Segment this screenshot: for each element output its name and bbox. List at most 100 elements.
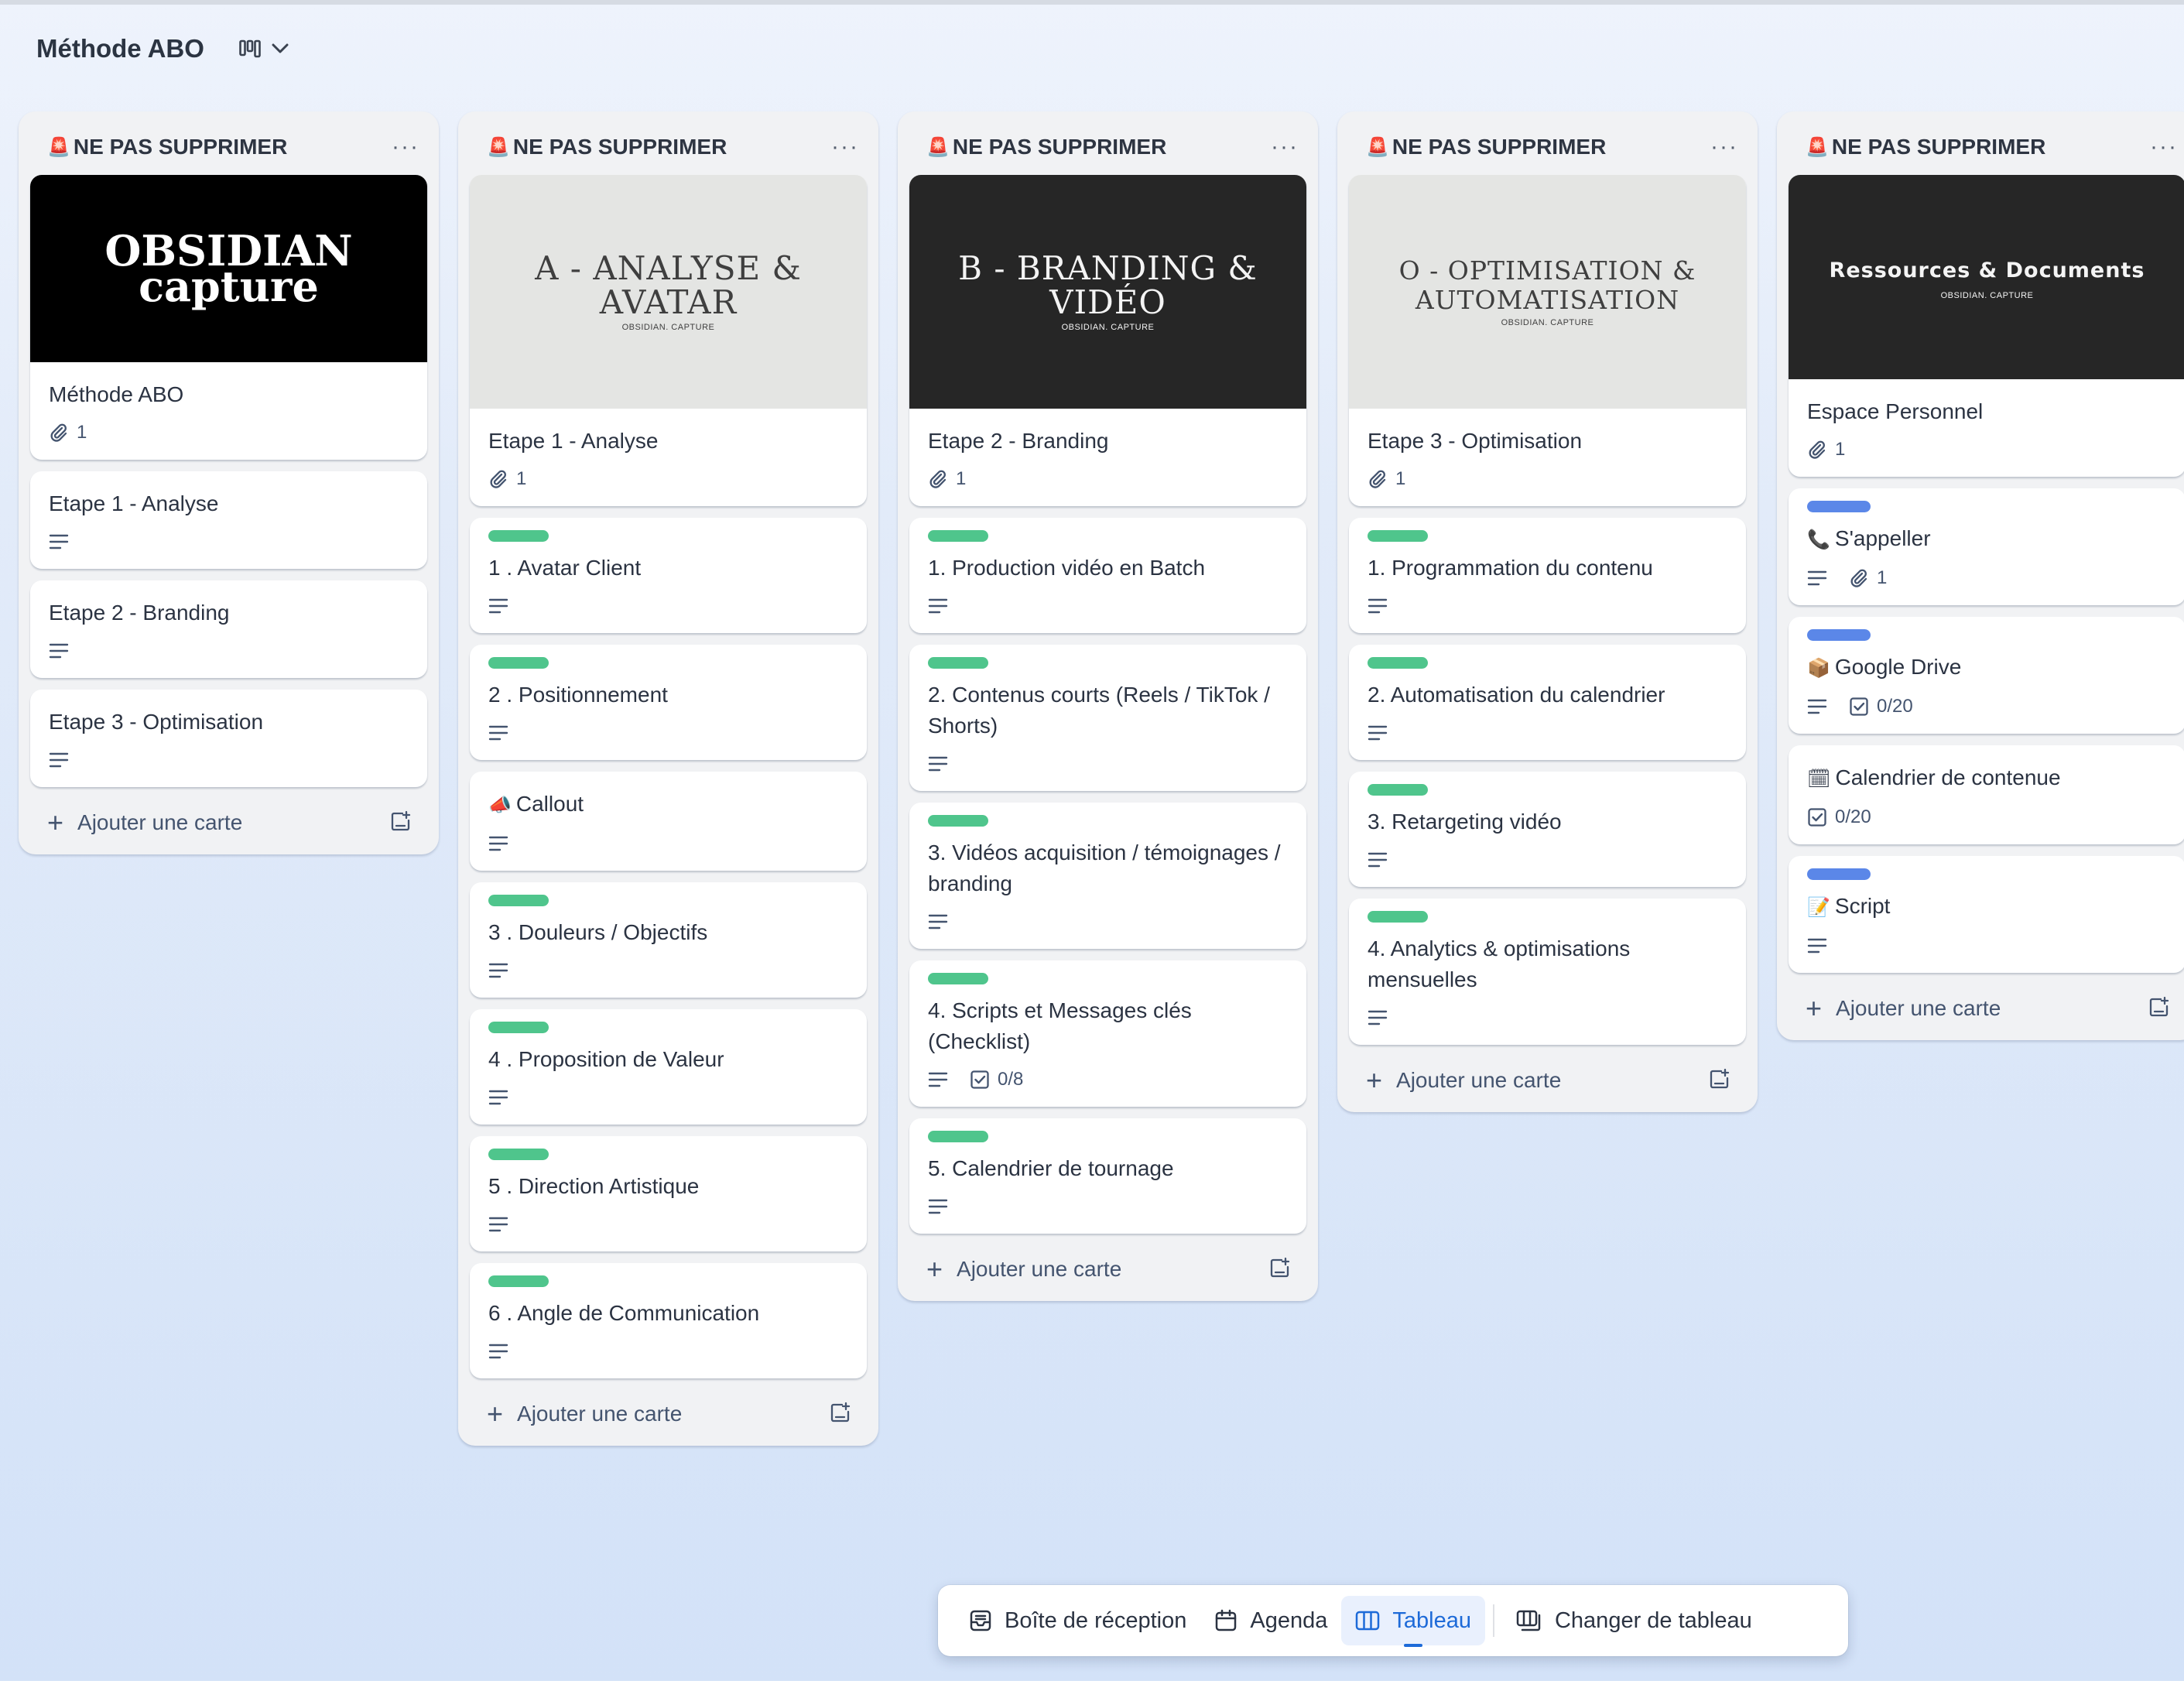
green-label[interactable] bbox=[1368, 784, 1428, 796]
blue-label[interactable] bbox=[1807, 868, 1871, 880]
create-from-template-icon[interactable] bbox=[1269, 1257, 1291, 1282]
card[interactable]: Etape 1 - Analyse bbox=[30, 471, 427, 569]
add-card-button[interactable]: + Ajouter une carte bbox=[1366, 1066, 1561, 1094]
nav-switch-board[interactable]: Changer de tableau bbox=[1502, 1596, 1766, 1645]
card-title: 2. Automatisation du calendrier bbox=[1368, 680, 1727, 710]
card-badges bbox=[488, 720, 848, 746]
paperclip-icon bbox=[929, 470, 947, 488]
green-label[interactable] bbox=[488, 895, 549, 906]
create-from-template-icon[interactable] bbox=[830, 1402, 851, 1427]
card[interactable]: 🗓 Calendrier de contenue 0/20 bbox=[1789, 745, 2184, 844]
card-badges: 0/20 bbox=[1807, 804, 2167, 830]
card-badges: 0/20 bbox=[1807, 693, 2167, 720]
create-from-template-icon[interactable] bbox=[2148, 996, 2170, 1022]
green-label[interactable] bbox=[1368, 657, 1428, 669]
more-icon[interactable]: ··· bbox=[1710, 135, 1738, 159]
card[interactable]: 4 . Proposition de Valeur bbox=[470, 1009, 867, 1125]
card-title-text: Etape 1 - Analyse bbox=[49, 491, 219, 515]
card-title-text: Etape 3 - Optimisation bbox=[1368, 429, 1583, 453]
card[interactable]: 3. Retargeting vidéo bbox=[1349, 772, 1746, 887]
add-card-button[interactable]: + Ajouter une carte bbox=[1806, 992, 2001, 1024]
description-icon bbox=[49, 533, 69, 550]
card[interactable]: 3 . Douleurs / Objectifs bbox=[470, 882, 867, 998]
card[interactable]: 📝 Script bbox=[1789, 856, 2184, 973]
card-badges bbox=[488, 957, 848, 984]
green-label[interactable] bbox=[928, 973, 988, 984]
card-badges bbox=[488, 1084, 848, 1111]
card-title: 4 . Proposition de Valeur bbox=[488, 1044, 848, 1075]
create-from-template-icon[interactable] bbox=[390, 810, 412, 836]
list-title[interactable]: 🚨 NE PAS SUPPRIMER bbox=[47, 135, 287, 159]
green-label[interactable] bbox=[488, 1275, 549, 1287]
attachment-count: 1 bbox=[1395, 468, 1406, 489]
list-title[interactable]: 🚨 NE PAS SUPPRIMER bbox=[487, 135, 727, 159]
add-card-label: Ajouter une carte bbox=[517, 1402, 683, 1426]
list-title[interactable]: 🚨 NE PAS SUPPRIMER bbox=[1806, 135, 2045, 159]
card[interactable]: OBSIDIAN capture Méthode ABO 1 bbox=[30, 175, 427, 460]
more-icon[interactable]: ··· bbox=[831, 135, 859, 159]
card[interactable]: B - BRANDING & VIDÉO OBSIDIAN. CAPTURE Eta… bbox=[909, 175, 1306, 506]
description-icon bbox=[1368, 1009, 1388, 1026]
card[interactable]: Etape 3 - Optimisation bbox=[30, 690, 427, 787]
card[interactable]: 5 . Direction Artistique bbox=[470, 1136, 867, 1251]
card-badges: 0/8 bbox=[928, 1066, 1288, 1093]
card-badges bbox=[49, 529, 409, 555]
plus-icon: + bbox=[1806, 992, 1823, 1024]
more-icon[interactable]: ··· bbox=[1271, 135, 1299, 159]
card[interactable]: Etape 2 - Branding bbox=[30, 580, 427, 678]
green-label[interactable] bbox=[488, 530, 549, 542]
card[interactable]: 📦 Google Drive 0/20 bbox=[1789, 617, 2184, 734]
green-label[interactable] bbox=[928, 815, 988, 827]
green-label[interactable] bbox=[488, 1022, 549, 1033]
card-title: Espace Personnel bbox=[1807, 396, 2167, 427]
card[interactable]: 2. Contenus courts (Reels / TikTok / Sho… bbox=[909, 645, 1306, 791]
card[interactable]: 4. Analytics & optimisations mensuelles bbox=[1349, 899, 1746, 1045]
card[interactable]: 2. Automatisation du calendrier bbox=[1349, 645, 1746, 760]
card[interactable]: 1 . Avatar Client bbox=[470, 518, 867, 633]
card[interactable]: 2 . Positionnement bbox=[470, 645, 867, 760]
add-card-button[interactable]: + Ajouter une carte bbox=[487, 1400, 683, 1428]
create-from-template-icon[interactable] bbox=[1709, 1068, 1730, 1094]
card[interactable]: 6 . Angle de Communication bbox=[470, 1263, 867, 1378]
green-label[interactable] bbox=[928, 1131, 988, 1142]
green-label[interactable] bbox=[928, 530, 988, 542]
green-label[interactable] bbox=[928, 657, 988, 669]
nav-calendar[interactable]: Agenda bbox=[1200, 1596, 1341, 1645]
card[interactable]: 1. Production vidéo en Batch bbox=[909, 518, 1306, 633]
card-badges: 1 bbox=[1368, 466, 1727, 492]
green-label[interactable] bbox=[488, 657, 549, 669]
list-title-text: NE PAS SUPPRIMER bbox=[512, 135, 727, 159]
card[interactable]: 4. Scripts et Messages clés (Checklist) 0… bbox=[909, 960, 1306, 1107]
blue-label[interactable] bbox=[1807, 501, 1871, 512]
card[interactable]: 📞 S'appeller 1 bbox=[1789, 488, 2184, 605]
card[interactable]: A - ANALYSE & AVATAR OBSIDIAN. CAPTURE Eta… bbox=[470, 175, 867, 506]
card-body: 📣 Callout bbox=[470, 772, 867, 871]
card[interactable]: 3. Vidéos acquisition / témoignages / br… bbox=[909, 803, 1306, 949]
cover-title: OBSIDIAN capture bbox=[104, 226, 353, 311]
card[interactable]: Ressources & Documents OBSIDIAN. CAPTURE E… bbox=[1789, 175, 2184, 477]
card-body: 5. Calendrier de tournage bbox=[909, 1118, 1306, 1234]
card-body: Etape 1 - Analyse bbox=[30, 471, 427, 569]
list-title[interactable]: 🚨 NE PAS SUPPRIMER bbox=[1366, 135, 1606, 159]
nav-inbox[interactable]: Boîte de réception bbox=[955, 1596, 1200, 1645]
more-icon[interactable]: ··· bbox=[392, 135, 419, 159]
green-label[interactable] bbox=[1368, 911, 1428, 923]
green-label[interactable] bbox=[1368, 530, 1428, 542]
add-card-button[interactable]: + Ajouter une carte bbox=[926, 1255, 1121, 1283]
card[interactable]: O - OPTIMISATION & AUTOMATISATION OBSIDIA… bbox=[1349, 175, 1746, 506]
more-icon[interactable]: ··· bbox=[2150, 135, 2178, 159]
card[interactable]: 1. Programmation du contenu bbox=[1349, 518, 1746, 633]
green-label[interactable] bbox=[488, 1149, 549, 1160]
card-title: 🗓 Calendrier de contenue bbox=[1807, 762, 2167, 795]
card-title-text: Script bbox=[1834, 894, 1891, 918]
list-title[interactable]: 🚨 NE PAS SUPPRIMER bbox=[926, 135, 1166, 159]
nav-board[interactable]: Tableau bbox=[1341, 1596, 1485, 1647]
card[interactable]: 5. Calendrier de tournage bbox=[909, 1118, 1306, 1234]
blue-label[interactable] bbox=[1807, 629, 1871, 641]
nav-label: Boîte de réception bbox=[1005, 1607, 1187, 1633]
card-badges bbox=[488, 1338, 848, 1364]
cover-logo-text: OBSIDIAN. CAPTURE bbox=[1940, 291, 2034, 300]
card[interactable]: 📣 Callout bbox=[470, 772, 867, 871]
card-body: 2. Contenus courts (Reels / TikTok / Sho… bbox=[909, 645, 1306, 791]
add-card-button[interactable]: + Ajouter une carte bbox=[47, 809, 242, 837]
